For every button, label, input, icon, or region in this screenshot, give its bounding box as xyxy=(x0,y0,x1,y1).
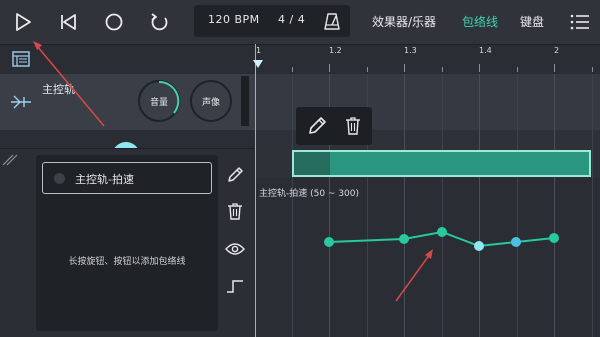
app-root: 120 BPM 4 / 4 效果器/乐器 包络线 键盘 主控轨 音量 声像 主控… xyxy=(0,0,600,337)
envelope-point[interactable] xyxy=(549,233,559,243)
playhead[interactable] xyxy=(255,44,256,337)
envelope-point[interactable] xyxy=(399,234,409,244)
annotation-arrow-line xyxy=(36,45,105,127)
envelope-point[interactable] xyxy=(511,237,521,247)
envelope-curve xyxy=(33,41,559,302)
envelope-point-selected[interactable] xyxy=(474,241,484,251)
playhead-marker[interactable] xyxy=(253,60,263,68)
annotation-arrowhead xyxy=(425,249,433,259)
annotation-arrow-line xyxy=(395,253,431,302)
annotation-arrowhead xyxy=(33,41,42,50)
envelope-point[interactable] xyxy=(437,227,447,237)
envelope-point[interactable] xyxy=(324,237,334,247)
